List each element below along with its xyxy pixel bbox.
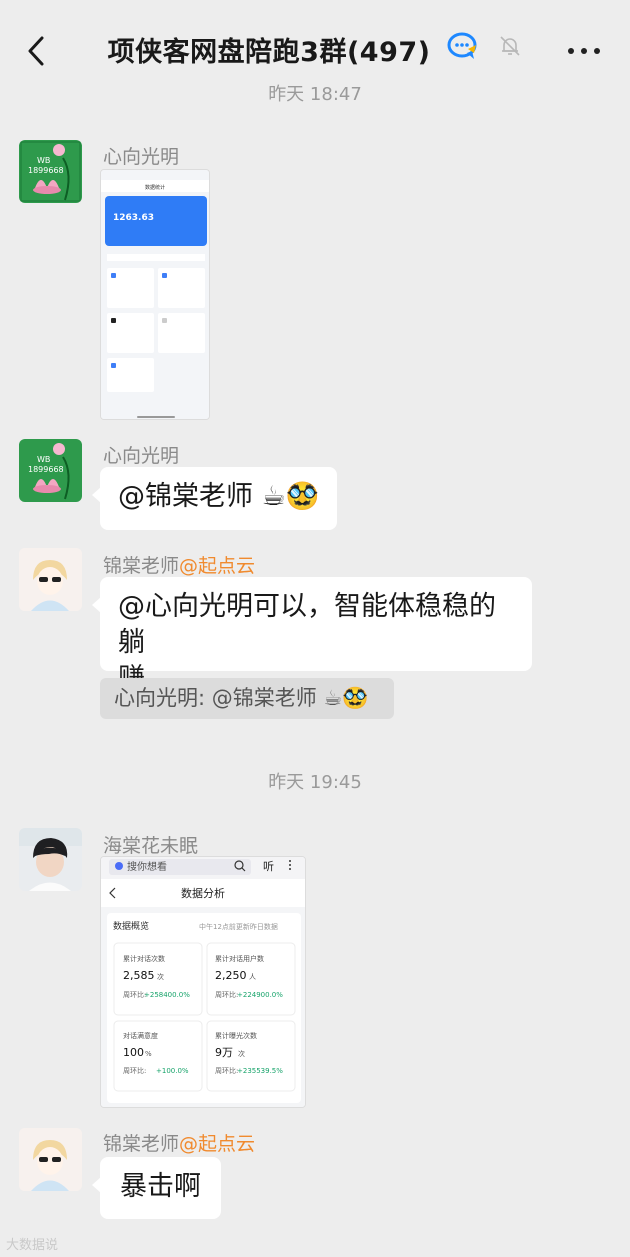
image-message[interactable]: 数据统计 1263.63 [100, 169, 210, 420]
svg-text:1263.63: 1263.63 [113, 213, 154, 223]
sender-name-text: 锦棠老师 [103, 1133, 180, 1155]
svg-text:+224900.0%: +224900.0% [237, 991, 283, 999]
svg-text:WB: WB [37, 156, 50, 165]
avatar[interactable]: WB 1899668 [19, 439, 82, 502]
svg-text:数据分析: 数据分析 [181, 886, 225, 900]
stat-card: 累计对话次数 2,585 次 周环比: +258400.0% [113, 942, 203, 1016]
svg-text:2,585: 2,585 [123, 969, 155, 982]
message-bubble[interactable]: @锦棠老师 ☕🥸 [91, 467, 338, 530]
svg-text:中午12点前更新昨日数据: 中午12点前更新昨日数据 [199, 922, 278, 931]
sender-name: 心向光明 [103, 146, 180, 168]
svg-text:人: 人 [249, 973, 256, 981]
stat-card: 对话满意度 100 % 周环比: +100.0% [113, 1020, 203, 1092]
avatar[interactable] [19, 548, 82, 611]
svg-text:次: 次 [157, 972, 164, 981]
quoted-message[interactable]: 心向光明: @锦棠老师 ☕🥸 [100, 678, 394, 719]
chat-title[interactable]: 项侠客网盘陪跑3群(497) [0, 30, 630, 69]
avatar[interactable]: WB 1899668 [19, 140, 82, 203]
sender-tag: @起点云 [179, 1133, 256, 1155]
image-message[interactable]: 搜你想看 听 数据分析 数据概览 中午12点前更新昨日数据 累计对话次数 2,5… [100, 856, 306, 1108]
ai-chat-icon[interactable] [446, 31, 480, 68]
svg-text:周环比:: 周环比: [123, 990, 146, 999]
svg-text:对话满意度: 对话满意度 [123, 1031, 158, 1040]
svg-text:%: % [145, 1050, 152, 1058]
bell-off-icon [498, 34, 522, 65]
message-bubble[interactable]: @心向光明可以，智能体稳稳的躺 赚 [92, 577, 532, 694]
avatar[interactable] [19, 1128, 82, 1191]
svg-text:数据概览: 数据概览 [113, 920, 149, 932]
sender-name: 心向光明 [103, 445, 180, 467]
stat-card: 累计曝光次数 9万 次 周环比: +235539.5% [206, 1020, 296, 1092]
svg-text:1899668: 1899668 [28, 166, 64, 175]
sender-tag: @起点云 [179, 555, 256, 577]
sender-name: 海棠花未眠 [103, 835, 199, 857]
message-bubble[interactable]: 暴击啊 [92, 1157, 221, 1219]
sender-name: 锦棠老师@起点云 [103, 1129, 255, 1156]
svg-text:WB: WB [37, 455, 50, 464]
svg-text:累计曝光次数: 累计曝光次数 [215, 1031, 257, 1040]
svg-text:数据统计: 数据统计 [145, 184, 165, 191]
svg-text:2,250: 2,250 [215, 969, 247, 982]
timestamp: 昨天 18:47 [268, 84, 362, 105]
svg-text:次: 次 [238, 1049, 245, 1058]
message-line: @心向光明可以，智能体稳稳的躺 [118, 591, 496, 658]
watermark: 大数据说 [6, 1238, 59, 1253]
sender-name: 锦棠老师@起点云 [103, 551, 255, 578]
svg-text:累计对话用户数: 累计对话用户数 [215, 954, 264, 963]
svg-text:周环比:: 周环比: [123, 1066, 146, 1075]
sender-name-text: 锦棠老师 [103, 555, 180, 577]
svg-text:累计对话次数: 累计对话次数 [123, 954, 165, 963]
more-horizontal-icon [568, 48, 574, 54]
svg-text:9万: 9万 [215, 1046, 233, 1059]
avatar[interactable] [19, 828, 82, 891]
svg-text:周环比:: 周环比: [215, 990, 238, 999]
svg-text:搜你想看: 搜你想看 [127, 860, 167, 873]
svg-text:听: 听 [263, 860, 274, 873]
svg-text:周环比:: 周环比: [215, 1066, 238, 1075]
stat-card: 累计对话用户数 2,250 人 周环比: +224900.0% [206, 942, 296, 1016]
timestamp: 昨天 19:45 [268, 772, 362, 793]
group-name: 项侠客网盘陪跑3群(497) [107, 37, 431, 68]
svg-text:+258400.0%: +258400.0% [144, 991, 190, 999]
svg-text:1899668: 1899668 [28, 465, 64, 474]
svg-text:+100.0%: +100.0% [156, 1067, 189, 1075]
svg-text:+235539.5%: +235539.5% [237, 1067, 283, 1075]
svg-text:100: 100 [123, 1046, 144, 1059]
more-button[interactable] [568, 48, 602, 56]
